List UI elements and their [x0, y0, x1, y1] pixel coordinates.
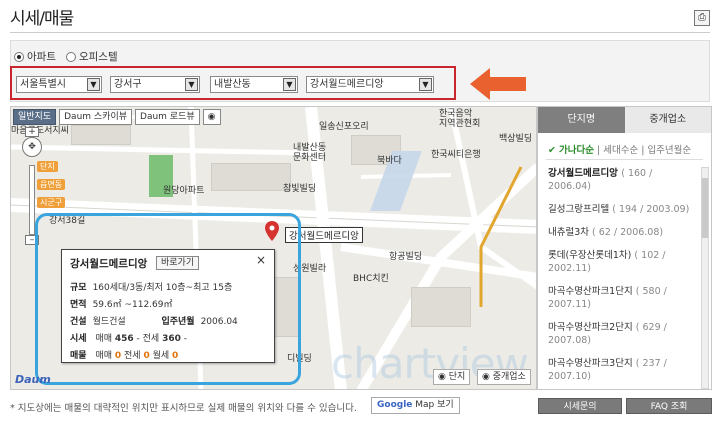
daum-logo: Daum: [15, 373, 51, 386]
chevron-down-icon[interactable]: ▼: [87, 78, 100, 91]
tool-skyview[interactable]: Daum 스카이뷰: [59, 109, 133, 125]
target-icon[interactable]: ◉: [202, 109, 221, 125]
map-building: [211, 163, 291, 191]
tool-roadview[interactable]: Daum 로드뷰: [135, 109, 200, 125]
popup-highlight-frame: [35, 213, 301, 385]
sort-options: ✔ 가나다순 | 세대수순 | 입주년월순: [548, 145, 692, 156]
zoom-in-icon[interactable]: +: [25, 127, 39, 137]
tab-agent[interactable]: 중개업소: [624, 107, 711, 133]
list-item[interactable]: 내츄럴3차 ( 62 / 2006.08): [548, 226, 696, 239]
list-item[interactable]: 마곡수명산파크1단지 ( 580 / 2007.11): [548, 285, 696, 311]
chevron-down-icon[interactable]: ▼: [419, 78, 432, 91]
list-item-name: 내츄럴3차: [548, 227, 590, 238]
chevron-down-icon[interactable]: ▼: [185, 78, 198, 91]
map-label: 항공빌딩: [389, 252, 423, 262]
radio-officetel[interactable]: 오피스텔: [65, 49, 118, 64]
radio-apartment-dot[interactable]: [14, 51, 24, 62]
list-item[interactable]: 롯데(우장산롯데1차) ( 102 / 2002.11): [548, 249, 696, 275]
map-toolbar: 일반지도 Daum 스카이뷰 Daum 로드뷰 ◉: [13, 109, 221, 125]
check-icon: ✔: [548, 145, 556, 156]
panel-divider: [546, 159, 703, 160]
radio-officetel-label: 오피스텔: [78, 51, 118, 63]
list-item[interactable]: 마곡수명산파크2단지 ( 629 / 2007.08): [548, 321, 696, 347]
list-item-name: 강서월드메르디앙: [548, 168, 618, 179]
property-type-radios: 아파트 오피스텔: [14, 49, 118, 64]
map-label: 원당아파트: [163, 186, 205, 196]
show-agent-button[interactable]: ◉ 중개업소: [477, 369, 531, 385]
list-item-name: 마곡수명산파크2단지: [548, 322, 633, 333]
district-select-value: 강서구: [114, 79, 142, 90]
list-item-name: 롯데(우장산롯데1차): [548, 250, 632, 261]
title-divider: [10, 32, 710, 33]
city-select[interactable]: 서울특별시 ▼: [16, 76, 102, 93]
map-label: BHC치킨: [353, 274, 389, 284]
map-label: 백상빌딩: [499, 134, 533, 144]
dong-select-value: 내발산동: [214, 79, 251, 90]
complex-select-value: 강서월드메르디앙: [310, 79, 384, 90]
list-item-info: ( 62 / 2006.08): [592, 227, 664, 238]
city-select-value: 서울특별시: [20, 79, 66, 90]
list-scrollbar[interactable]: [701, 167, 709, 389]
list-item[interactable]: 강서월드메르디앙 ( 160 / 2006.04): [548, 167, 696, 193]
map-label: 일송신포오리: [319, 122, 369, 132]
faq-button[interactable]: FAQ 조회: [626, 398, 712, 414]
panel-tabs: 단지명 중개업소: [538, 107, 711, 133]
map-view[interactable]: 마음공도서지씨 일송신포오리 한국음악 지역관현회 백상빌딩 내발산동 문화센터…: [10, 106, 537, 390]
google-map-button[interactable]: Google Map 보기: [371, 397, 460, 414]
page-title: 시세/매물: [10, 9, 74, 29]
show-agent-label: 중개업소: [492, 372, 526, 382]
show-complex-label: 단지: [448, 372, 466, 382]
chevron-down-icon[interactable]: ▼: [283, 78, 296, 91]
scroll-thumb[interactable]: [702, 178, 708, 238]
sort-by-name[interactable]: 가나다순: [559, 145, 594, 156]
complex-list: 강서월드메르디앙 ( 160 / 2006.04) 길성그랑프리텔 ( 194 …: [548, 167, 696, 393]
zoom-tag-district[interactable]: 시군구: [37, 197, 66, 208]
map-disclaimer: * 지도상에는 매물의 대략적인 위치만 표시하므로 실제 매물의 위치와 다를…: [10, 403, 357, 414]
pointer-arrow-icon: [470, 68, 526, 100]
list-item[interactable]: 마곡수명산파크3단지 ( 237 / 2007.10): [548, 357, 696, 383]
show-complex-button[interactable]: ◉ 단지: [433, 369, 471, 385]
complex-select[interactable]: 강서월드메르디앙 ▼: [306, 76, 434, 93]
list-item-name: 길성그랑프리텔: [548, 204, 610, 215]
list-item-info: ( 194 / 2003.09): [612, 204, 690, 215]
sort-by-movein[interactable]: 입주년월순: [647, 145, 691, 156]
list-item-name: 마곡수명산파크1단지: [548, 286, 633, 297]
dong-select[interactable]: 내발산동 ▼: [210, 76, 298, 93]
print-icon[interactable]: ⎙: [694, 10, 710, 26]
district-select[interactable]: 강서구 ▼: [110, 76, 200, 93]
radio-apartment-label: 아파트: [27, 51, 56, 63]
tool-normal-map[interactable]: 일반지도: [13, 109, 57, 125]
map-label: 참빛빌딩: [283, 184, 317, 194]
radio-officetel-dot[interactable]: [65, 51, 76, 62]
price-inquiry-button[interactable]: 시세문의: [538, 398, 622, 414]
map-label: 한국음악 지역관현회: [439, 109, 481, 129]
tab-complex-name[interactable]: 단지명: [538, 107, 625, 133]
map-building: [71, 125, 131, 145]
sort-by-household[interactable]: 세대수순: [603, 145, 638, 156]
map-label: 북바다: [377, 156, 402, 166]
list-item-name: 마곡수명산파크3단지: [548, 358, 633, 369]
radio-apartment[interactable]: 아파트: [14, 49, 56, 64]
zoom-tag-complex[interactable]: 단지: [37, 161, 58, 172]
complex-list-panel: 단지명 중개업소 ✔ 가나다순 | 세대수순 | 입주년월순 강서월드메르디앙 …: [537, 106, 712, 390]
zoom-tag-dong[interactable]: 읍면동: [37, 179, 66, 190]
pan-control-icon[interactable]: ✥: [22, 137, 42, 157]
map-building: [411, 287, 471, 327]
map-label: 한국씨티은행: [431, 150, 481, 160]
google-map-label: Map 보기: [415, 400, 454, 410]
google-brand: Google: [377, 400, 413, 410]
list-item[interactable]: 길성그랑프리텔 ( 194 / 2003.09): [548, 203, 696, 216]
map-label: 내발산동 문화센터: [293, 143, 327, 163]
